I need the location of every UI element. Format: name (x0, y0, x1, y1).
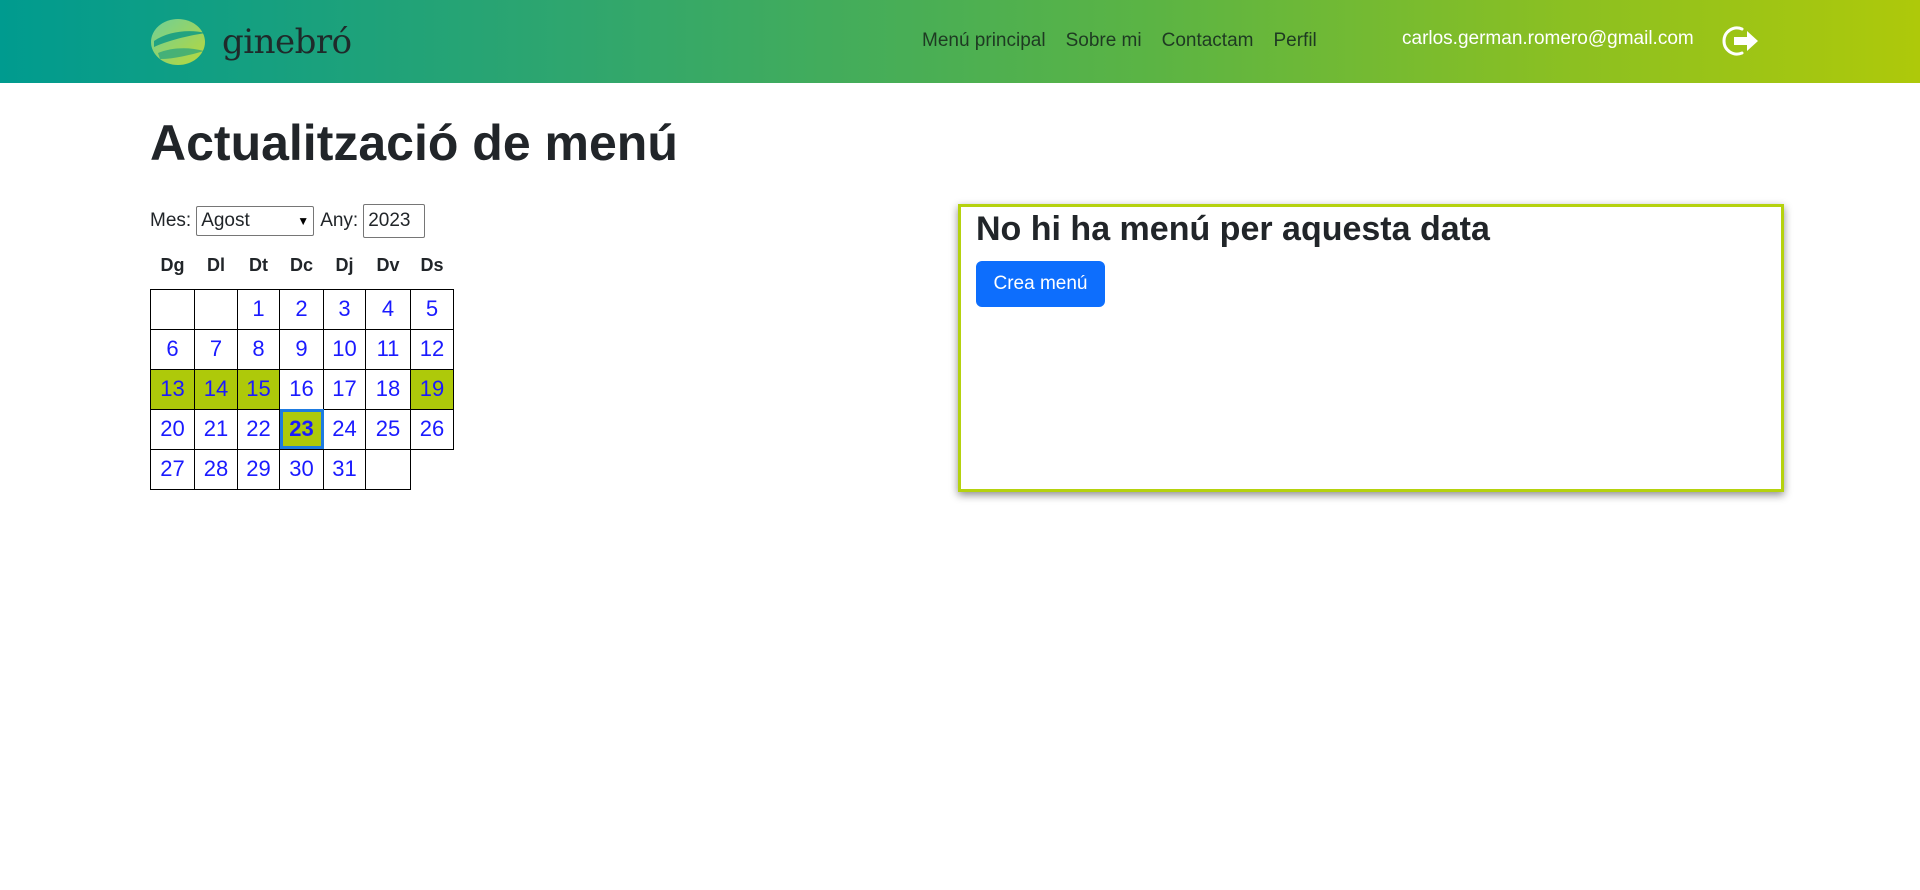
weekday-header: Dl (207, 255, 225, 275)
month-label: Mes: (150, 210, 192, 231)
calendar-day-14[interactable]: 14 (194, 368, 238, 410)
calendar-day-5[interactable]: 5 (410, 288, 454, 330)
calendar-day-24[interactable]: 24 (323, 408, 366, 450)
calendar-day-29[interactable]: 29 (237, 448, 280, 490)
calendar-day-27[interactable]: 27 (150, 448, 195, 490)
calendar-day-25[interactable]: 25 (365, 408, 411, 450)
calendar-day-3[interactable]: 3 (323, 288, 366, 330)
calendar-day-15[interactable]: 15 (237, 368, 280, 410)
weekday-header: Dv (376, 255, 400, 275)
nav-link-sobre-mi[interactable]: Sobre mi (1056, 30, 1152, 52)
user-email: carlos.german.romero@gmail.com (1402, 28, 1694, 49)
nav-link-contactam[interactable]: Contactam (1152, 30, 1264, 52)
calendar-day-17[interactable]: 17 (323, 368, 366, 410)
calendar-day-31[interactable]: 31 (323, 448, 366, 490)
create-menu-button[interactable]: Crea menú (976, 261, 1105, 307)
calendar-day-8[interactable]: 8 (237, 328, 280, 370)
top-navbar: ginebró Menú principal Sobre mi Contacta… (0, 0, 1920, 83)
weekday-header: Dg (160, 255, 185, 275)
calendar-day-1[interactable]: 1 (237, 288, 280, 330)
page-title: Actualització de menú (150, 115, 678, 171)
calendar-day-9[interactable]: 9 (279, 328, 324, 370)
date-filters: Mes: Agost ▼ Any: 2023 (150, 204, 426, 238)
calendar-day-20[interactable]: 20 (150, 408, 195, 450)
weekday-header: Ds (420, 255, 444, 275)
calendar-day-12[interactable]: 12 (410, 328, 454, 370)
calendar-day-16[interactable]: 16 (279, 368, 324, 410)
year-input[interactable]: 2023 (363, 204, 426, 238)
calendar-grid: Dg Dl Dt Dc Dj Dv Ds 1 2 3 4 5 6 7 8 9 10 11 12 13 14… (150, 253, 454, 490)
calendar-week-row: 12345 (150, 288, 454, 330)
calendar-day-28[interactable]: 28 (194, 448, 238, 490)
calendar-week-row: 6 7 8 9 10 11 12 (150, 328, 454, 370)
calendar-body: 1 2 3 4 5 6 7 8 9 10 11 12 13 14 15 16 17 18 19 20 21 22 23 24 2… (150, 288, 454, 490)
menu-panel: No hi ha menú per aquesta data Crea menú (958, 204, 1784, 492)
calendar-week-row: 13 14 15 16 17 18 19 (150, 368, 454, 410)
calendar-day-11[interactable]: 11 (365, 328, 411, 370)
logo-text: ginebró (222, 22, 352, 62)
weekday-header: Dj (335, 255, 354, 275)
weekday-header: Dc (289, 255, 313, 275)
calendar-day-18[interactable]: 18 (365, 368, 411, 410)
main-nav: Menú principal Sobre mi Contactam Perfil (912, 30, 1327, 52)
month-select-value: Agost (201, 210, 250, 231)
calendar-day-13[interactable]: 13 (150, 368, 195, 410)
calendar-day-30[interactable]: 30 (279, 448, 324, 490)
weekday-header: Dt (249, 255, 268, 275)
calendar-day-10[interactable]: 10 (323, 328, 366, 370)
calendar-day-2[interactable]: 2 (279, 288, 324, 330)
calendar-day-23[interactable]: 23 (279, 408, 324, 450)
calendar-week-row: 27 28 29 30 31 (150, 448, 454, 490)
calendar-day-6[interactable]: 6 (150, 328, 195, 370)
calendar-week-row: 20 21 22 23 24 25 26 (150, 408, 454, 450)
calendar-day-7[interactable]: 7 (194, 328, 238, 370)
calendar-empty-cell (150, 288, 195, 330)
logout-icon[interactable] (1720, 25, 1760, 57)
calendar-day-4[interactable]: 4 (365, 288, 411, 330)
chevron-down-icon: ▼ (297, 214, 310, 228)
brand-logo[interactable]: ginebró (150, 16, 352, 68)
calendar-day-22[interactable]: 22 (237, 408, 280, 450)
nav-link-perfil[interactable]: Perfil (1263, 30, 1326, 52)
weekday-header-row: Dg Dl Dt Dc Dj Dv Ds (151, 253, 454, 289)
no-menu-message: No hi ha menú per aquesta data (976, 210, 1490, 248)
calendar-empty-cell (365, 448, 411, 490)
calendar-day-26[interactable]: 26 (410, 408, 454, 450)
ginebro-leaf-icon (151, 19, 206, 65)
year-label: Any: (320, 210, 359, 231)
nav-link-menu-principal[interactable]: Menú principal (912, 30, 1056, 52)
calendar-day-21[interactable]: 21 (194, 408, 238, 450)
month-select[interactable]: Agost ▼ (196, 206, 315, 236)
calendar-day-19[interactable]: 19 (410, 368, 454, 410)
calendar-empty-cell (194, 288, 238, 330)
